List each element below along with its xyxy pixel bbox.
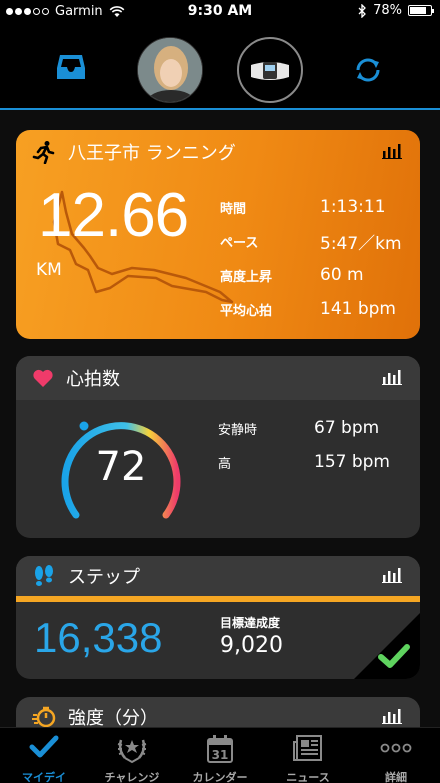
stopwatch-icon [32, 706, 56, 728]
stat-label: 平均心拍 [220, 303, 273, 319]
tab-label: カレンダー [192, 771, 248, 783]
tab-label: ニュース [286, 771, 330, 783]
tab-calendar[interactable]: 31 カレンダー [176, 728, 264, 783]
distance-value: 12.66 [38, 181, 189, 250]
calendar-icon: 31 [207, 735, 233, 763]
steps-card[interactable]: ステップ 16,338 目標達成度 9,020 [16, 556, 420, 679]
profile-avatar[interactable] [137, 37, 203, 103]
bar-chart-icon[interactable] [382, 708, 402, 724]
run-stats: 時間 1:13:11 ペース 5:47／km 高度上昇 60 m 平均心拍 14… [220, 190, 420, 326]
stat-row: 平均心拍 141 bpm [220, 292, 420, 326]
current-heart-rate: 72 [95, 444, 147, 490]
tab-label: マイデイ [22, 771, 66, 783]
battery-percent: 78% [373, 3, 402, 18]
check-icon [29, 735, 59, 758]
tab-label: チャレンジ [104, 771, 160, 783]
laurel-icon [117, 739, 147, 764]
running-icon [32, 141, 55, 164]
stat-value: 60 m [320, 265, 364, 285]
card-header: 八王子市 ランニング [16, 130, 420, 174]
calendar-date: 31 [212, 748, 229, 762]
activity-card-run[interactable]: 八王子市 ランニング 12.66 KM 時間 1:13:11 ペース 5:47／… [16, 130, 420, 339]
stat-label: 高 [218, 456, 232, 472]
stat-label: 時間 [220, 201, 247, 217]
goal-progress-bar [16, 596, 420, 602]
heart-rate-stats: 安静時 67 bpm 高 157 bpm [218, 411, 418, 479]
tab-more[interactable]: 詳細 [352, 728, 440, 783]
stat-value: 141 bpm [320, 299, 396, 319]
bar-chart-icon[interactable] [382, 369, 402, 385]
gauge-marker [77, 419, 91, 433]
stat-row: ペース 5:47／km [220, 224, 420, 258]
stat-row: 時間 1:13:11 [220, 190, 420, 224]
tab-challenges[interactable]: チャレンジ [88, 728, 176, 783]
stat-value: 1:13:11 [320, 197, 386, 217]
more-icon [380, 743, 412, 753]
card-header: 心拍数 [16, 356, 420, 400]
goal-label: 目標達成度 [220, 616, 281, 630]
tab-news[interactable]: ニュース [264, 728, 352, 783]
distance-unit: KM [36, 260, 62, 280]
sync-icon[interactable] [352, 54, 384, 86]
heart-icon [33, 369, 53, 387]
stat-label: 高度上昇 [220, 269, 273, 285]
status-bar: Garmin 9:30 AM 78% [0, 0, 440, 24]
step-count: 16,338 [34, 614, 163, 661]
bar-chart-icon[interactable] [382, 143, 402, 159]
footprints-icon [35, 565, 53, 586]
profile-photo [138, 38, 202, 102]
stat-row: 高 157 bpm [218, 445, 418, 479]
tab-label: 詳細 [385, 771, 407, 783]
bluetooth-icon [358, 3, 367, 18]
stat-value: 157 bpm [314, 452, 390, 472]
stat-row: 高度上昇 60 m [220, 258, 420, 292]
top-navigation [0, 24, 440, 110]
steps-title: ステップ [68, 567, 140, 588]
news-icon [293, 735, 322, 761]
tab-bar: マイデイ チャレンジ 31 カレンダー ニュース 詳細 [0, 727, 440, 783]
card-header: ステップ [16, 556, 420, 596]
bar-chart-icon[interactable] [382, 567, 402, 583]
heart-rate-title: 心拍数 [66, 369, 120, 390]
stat-row: 安静時 67 bpm [218, 411, 418, 445]
nav-divider [0, 108, 440, 110]
heart-rate-card[interactable]: 心拍数 72 安静時 67 bpm 高 157 bpm [16, 356, 420, 538]
device-avatar[interactable] [237, 37, 303, 103]
goal-value: 9,020 [220, 633, 283, 658]
fitness-band-icon [251, 62, 289, 80]
stat-value: 67 bpm [314, 418, 380, 438]
stat-label: ペース [220, 235, 259, 251]
activity-title: 八王子市 ランニング [68, 143, 236, 164]
tab-my-day[interactable]: マイデイ [0, 728, 88, 783]
goal-check-icon [378, 644, 410, 668]
inbox-icon[interactable] [55, 52, 87, 82]
battery-icon [408, 5, 434, 16]
stat-value: 5:47／km [320, 233, 402, 254]
stat-label: 安静時 [218, 422, 258, 438]
